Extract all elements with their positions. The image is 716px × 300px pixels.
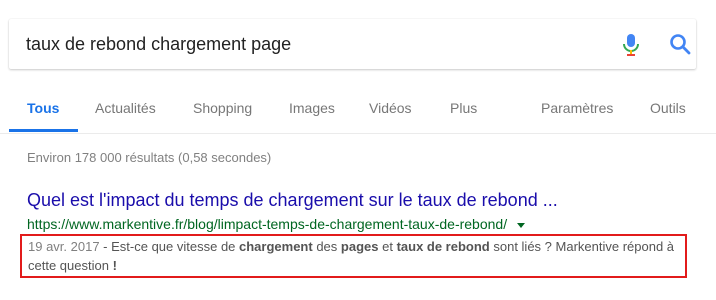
tab-shopping[interactable]: Shopping [193,100,252,116]
snippet-text: - Est-ce que vitesse de [99,239,240,254]
result-url: https://www.markentive.fr/blog/limpact-t… [27,216,508,232]
tab-actualites[interactable]: Actualités [95,100,156,116]
tab-outils[interactable]: Outils [650,100,686,116]
search-icon[interactable] [669,33,691,55]
snippet-text: et [378,239,397,254]
result-title-link[interactable]: Quel est l'impact du temps de chargement… [27,190,558,211]
snippet-keyword: pages [340,239,379,254]
tab-tous[interactable]: Tous [27,100,59,116]
snippet-keyword: chargement [239,239,313,254]
tab-videos[interactable]: Vidéos [369,100,412,116]
result-date: 19 avr. 2017 [28,239,100,254]
tab-parametres[interactable]: Paramètres [541,100,613,116]
snippet-text: des [312,239,341,254]
tab-plus[interactable]: Plus [450,100,477,116]
result-url-row: https://www.markentive.fr/blog/limpact-t… [27,216,525,232]
caret-down-icon[interactable] [516,222,525,228]
result-snippet: 19 avr. 2017 - Est-ce que vitesse de cha… [28,237,688,275]
tab-images[interactable]: Images [289,100,335,116]
microphone-icon[interactable] [621,33,641,57]
search-input[interactable] [26,31,606,57]
search-tabs: Tous Actualités Shopping Images Vidéos P… [0,85,716,133]
snippet-keyword: ! [112,258,117,273]
active-tab-indicator [9,129,78,132]
snippet-keyword: taux de rebond [396,239,490,254]
tabs-divider [0,133,716,134]
result-stats: Environ 178 000 résultats (0,58 secondes… [27,150,272,165]
search-box[interactable] [9,19,696,69]
